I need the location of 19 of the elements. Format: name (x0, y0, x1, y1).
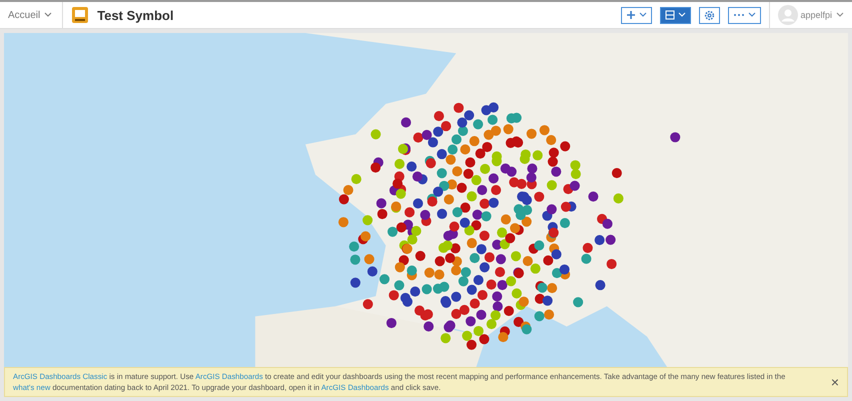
dashboard-logo-icon (71, 6, 90, 24)
avatar-icon (778, 5, 798, 25)
plus-icon (626, 10, 636, 20)
settings-icon (704, 10, 716, 20)
caret-icon (836, 12, 844, 18)
map-placeholder[interactable] (4, 33, 848, 367)
caret-icon (678, 12, 686, 18)
caret-icon (44, 12, 52, 18)
more-button[interactable] (728, 6, 762, 24)
caret-icon (639, 12, 648, 18)
home-menu[interactable]: Accueil (8, 2, 64, 28)
add-button[interactable] (621, 6, 652, 24)
user-menu[interactable]: appelfpi (800, 10, 844, 20)
layout-button[interactable] (660, 6, 692, 24)
dashboard-title: Test Symbol (97, 8, 174, 22)
close-button[interactable]: × (830, 374, 839, 390)
settings-button[interactable] (699, 6, 720, 24)
layout-icon (665, 10, 676, 20)
caret-icon (748, 12, 756, 18)
